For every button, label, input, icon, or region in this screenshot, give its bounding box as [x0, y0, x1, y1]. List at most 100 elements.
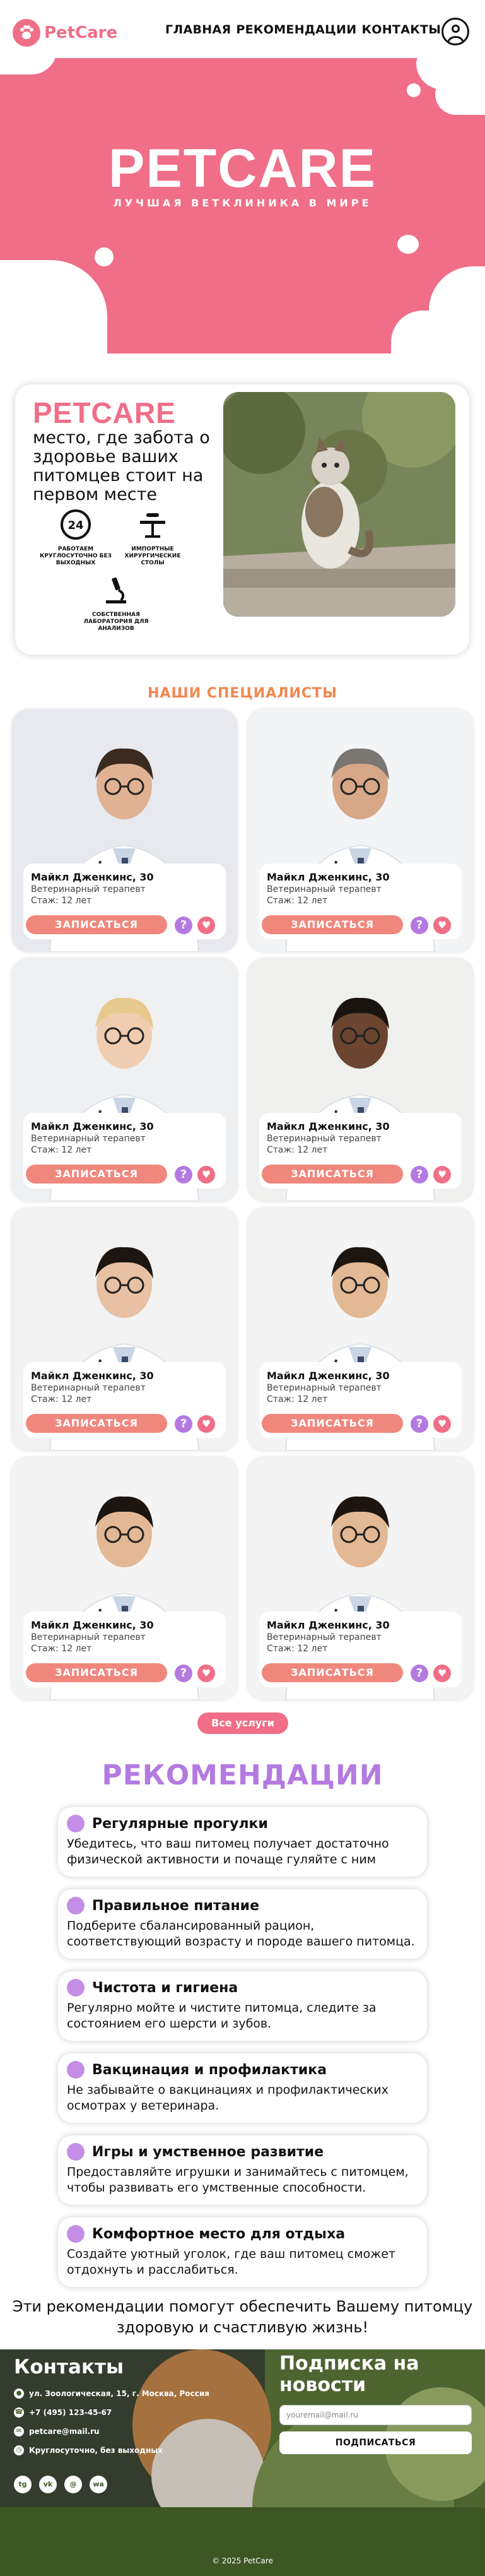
- email-social-icon[interactable]: @: [64, 2476, 82, 2493]
- specialist-info: Майкл Дженкинс, 30 Ветеринарный терапевт С…: [23, 1113, 226, 1189]
- contact-email[interactable]: ✉ petcare@mail.ru: [14, 2426, 100, 2437]
- heart-icon[interactable]: ♥: [433, 1415, 451, 1433]
- question-icon[interactable]: ?: [411, 917, 428, 934]
- contact-phone[interactable]: ☎ +7 (495) 123-45-67: [14, 2407, 112, 2418]
- specialist-info: Майкл Дженкинс, 30 Ветеринарный терапевт С…: [259, 1611, 462, 1687]
- specialist-experience: Стаж: 12 лет: [31, 1644, 92, 1654]
- recommendation-card: Чистота и гигиена Регулярно мойте и чисти…: [58, 1971, 427, 2041]
- specialist-experience: Стаж: 12 лет: [31, 896, 92, 906]
- specialist-role: Ветеринарный терапевт: [31, 1383, 146, 1393]
- question-icon[interactable]: ?: [411, 1665, 428, 1682]
- recommendation-text: Не забывайте о вакцинациях и профилактич…: [67, 2083, 389, 2113]
- heart-icon[interactable]: ♥: [433, 1166, 451, 1184]
- recommendation-text: Убедитесь, что ваш питомец получает дост…: [67, 1837, 389, 1867]
- recommendation-card: Правильное питание Подберите сбалансирова…: [58, 1889, 427, 1959]
- recommendation-card: Вакцинация и профилактика Не забывайте о …: [58, 2053, 427, 2123]
- logo[interactable]: PetCare: [13, 19, 117, 47]
- specialist-role: Ветеринарный терапевт: [267, 884, 382, 894]
- specialist-info: Майкл Дженкинс, 30 Ветеринарный терапевт С…: [23, 864, 226, 939]
- recommendation-text: Подберите сбалансированный рацион, соотв…: [67, 1919, 415, 1949]
- phone-icon: ☎: [14, 2407, 24, 2418]
- site-header: PetCare ГЛАВНАЯ РЕКОМЕНДАЦИИ КОНТАКТЫ: [0, 0, 485, 58]
- feature-laboratory: СОБСТВЕННАЯ ЛАБОРАТОРИЯ ДЛЯ АНАЛИЗОВ: [72, 574, 160, 632]
- nav-item-home[interactable]: ГЛАВНАЯ: [165, 23, 231, 37]
- user-profile-icon[interactable]: [441, 18, 469, 45]
- hero-subtitle: ЛУЧШАЯ ВЕТКЛИНИКА В МИРЕ: [113, 197, 372, 209]
- book-appointment-button[interactable]: ЗАПИСАТЬСЯ: [26, 1165, 167, 1184]
- nav-item-contacts[interactable]: КОНТАКТЫ: [361, 23, 441, 37]
- recommendation-text: Создайте уютный уголок, где ваш питомец …: [67, 2247, 396, 2277]
- book-appointment-button[interactable]: ЗАПИСАТЬСЯ: [262, 1165, 403, 1184]
- specialist-info: Майкл Дженкинс, 30 Ветеринарный терапевт С…: [23, 1611, 226, 1687]
- bullet-dot-icon: [67, 1815, 85, 1832]
- specialist-name: Майкл Дженкинс, 30: [31, 1120, 154, 1132]
- book-appointment-button[interactable]: ЗАПИСАТЬСЯ: [262, 1663, 403, 1682]
- question-icon[interactable]: ?: [411, 1166, 428, 1184]
- recommendation-title: Игры и умственное развитие: [92, 2144, 324, 2160]
- specialist-name: Майкл Дженкинс, 30: [267, 1619, 390, 1631]
- decor-blob: [95, 247, 114, 266]
- recommendation-title: Вакцинация и профилактика: [92, 2062, 327, 2078]
- subscribe-button[interactable]: ПОДПИСАТЬСЯ: [279, 2431, 472, 2454]
- specialist-role: Ветеринарный терапевт: [31, 1632, 146, 1642]
- specialist-role: Ветеринарный терапевт: [31, 1134, 146, 1144]
- feature-surgical-tables: ИМПОРТНЫЕ ХИРУРГИЧЕСКИЕ СТОЛЫ: [115, 508, 190, 567]
- site-footer: Контакты ● ул. Зоологическая, 15, г. Моск…: [0, 2349, 485, 2576]
- specialist-experience: Стаж: 12 лет: [267, 896, 328, 906]
- specialist-name: Майкл Дженкинс, 30: [31, 1370, 154, 1382]
- heart-icon[interactable]: ♥: [433, 1665, 451, 1682]
- specialist-role: Ветеринарный терапевт: [31, 884, 146, 894]
- heart-icon[interactable]: ♥: [197, 1415, 215, 1433]
- logo-text: PetCare: [44, 23, 118, 42]
- question-icon[interactable]: ?: [175, 917, 192, 934]
- heart-icon[interactable]: ♥: [197, 917, 215, 934]
- recommendation-title: Комфортное место для отдыха: [92, 2226, 346, 2242]
- cat-photo: [223, 392, 455, 617]
- decor-blob: [397, 235, 419, 254]
- recommendation-card: Регулярные прогулки Убедитесь, что ваш пи…: [58, 1807, 427, 1877]
- heart-icon[interactable]: ♥: [433, 917, 451, 934]
- feature-24-7: 24 РАБОТАЕМ КРУГЛОСУТОЧНО БЕЗ ВЫХОДНЫХ: [38, 508, 114, 567]
- decor-blob: [407, 83, 421, 97]
- hero-banner: PETCARE ЛУЧШАЯ ВЕТКЛИНИКА В МИРЕ: [0, 58, 485, 353]
- book-appointment-button[interactable]: ЗАПИСАТЬСЯ: [262, 915, 403, 934]
- vk-icon[interactable]: vk: [39, 2476, 57, 2493]
- about-brand: PETCARE: [33, 396, 176, 429]
- heart-icon[interactable]: ♥: [197, 1166, 215, 1184]
- nav-item-recommendations[interactable]: РЕКОМЕНДАЦИИ: [236, 23, 356, 37]
- recommendation-title: Чистота и гигиена: [92, 1979, 238, 1996]
- contact-address: ● ул. Зоологическая, 15, г. Москва, Росси…: [14, 2389, 209, 2399]
- specialist-card: Майкл Дженкинс, 30 Ветеринарный терапевт С…: [12, 1457, 237, 1700]
- question-icon[interactable]: ?: [175, 1415, 192, 1433]
- recommendation-title: Регулярные прогулки: [92, 1815, 268, 1832]
- specialist-experience: Стаж: 12 лет: [267, 1644, 328, 1654]
- question-icon[interactable]: ?: [411, 1415, 428, 1433]
- bullet-dot-icon: [67, 2225, 85, 2243]
- book-appointment-button[interactable]: ЗАПИСАТЬСЯ: [26, 1663, 167, 1682]
- book-appointment-button[interactable]: ЗАПИСАТЬСЯ: [26, 915, 167, 934]
- heart-icon[interactable]: ♥: [197, 1665, 215, 1682]
- main-nav: ГЛАВНАЯ РЕКОМЕНДАЦИИ КОНТАКТЫ: [165, 23, 441, 37]
- surgical-table-icon: [115, 508, 190, 543]
- subscribe-email-input[interactable]: youremail@mail.ru: [279, 2405, 472, 2425]
- specialist-card: Майкл Дженкинс, 30 Ветеринарный терапевт С…: [12, 1208, 237, 1451]
- decor-blob: [391, 311, 448, 353]
- decor-blob: [0, 260, 107, 353]
- specialist-card: Майкл Дженкинс, 30 Ветеринарный терапевт С…: [248, 959, 473, 1201]
- specialist-card: Майкл Дженкинс, 30 Ветеринарный терапевт С…: [248, 709, 473, 952]
- question-icon[interactable]: ?: [175, 1665, 192, 1682]
- specialist-card: Майкл Дженкинс, 30 Ветеринарный терапевт С…: [12, 709, 237, 952]
- decor-blob: [0, 58, 57, 74]
- all-services-button[interactable]: Все услуги: [197, 1712, 288, 1734]
- contact-hours: ◷ Круглосуточно, без выходных: [14, 2445, 163, 2455]
- book-appointment-button[interactable]: ЗАПИСАТЬСЯ: [26, 1414, 167, 1433]
- specialist-name: Майкл Дженкинс, 30: [267, 1120, 390, 1132]
- specialist-name: Майкл Дженкинс, 30: [267, 1370, 390, 1382]
- bullet-dot-icon: [67, 2143, 85, 2161]
- whatsapp-icon[interactable]: wa: [90, 2476, 107, 2493]
- telegram-icon[interactable]: tg: [14, 2476, 32, 2493]
- specialist-role: Ветеринарный терапевт: [267, 1383, 382, 1393]
- book-appointment-button[interactable]: ЗАПИСАТЬСЯ: [262, 1414, 403, 1433]
- question-icon[interactable]: ?: [175, 1166, 192, 1184]
- decor-blob: [435, 77, 485, 115]
